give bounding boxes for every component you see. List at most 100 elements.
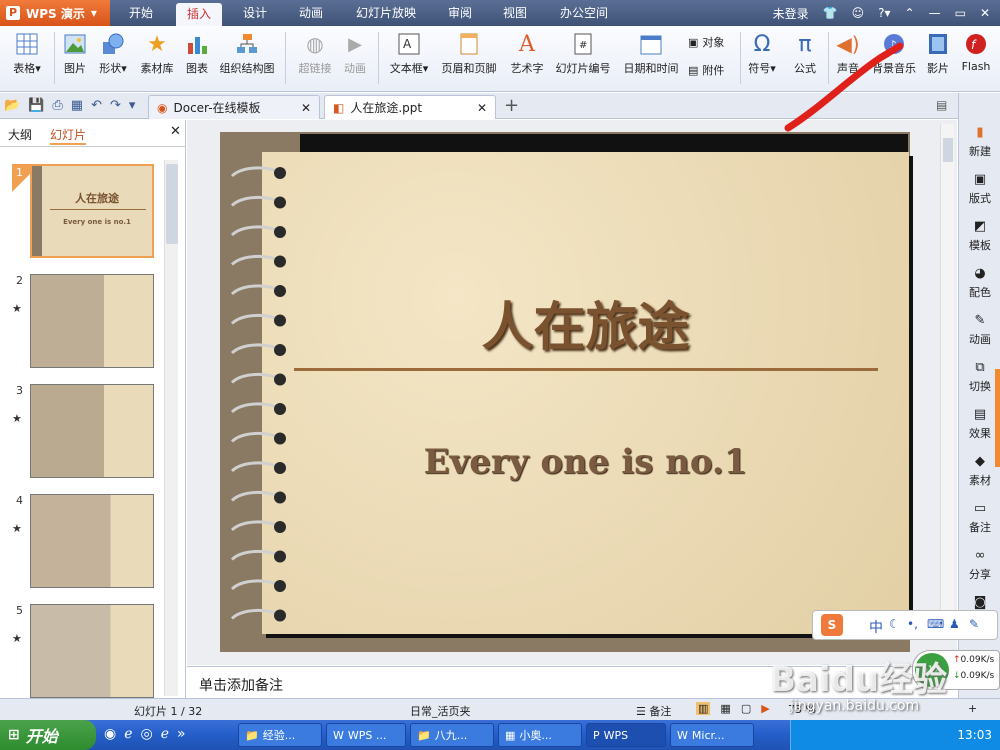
slide-thumb-2[interactable]: [30, 274, 154, 368]
slide-thumb-4[interactable]: [30, 494, 154, 588]
slide-thumb-1[interactable]: 人在旅途 Every one is no.1: [30, 164, 154, 258]
date-time-button[interactable]: 日期和时间: [620, 32, 682, 76]
slide-number-button[interactable]: # 幻灯片编号: [550, 32, 616, 76]
org-chart-button[interactable]: 组织结构图: [216, 32, 278, 76]
tab-view[interactable]: 视图: [495, 0, 535, 26]
help-button[interactable]: ?▾: [878, 6, 890, 20]
sidebar-collapse-handle[interactable]: [995, 369, 1000, 467]
globe-icon: ◍: [306, 32, 324, 56]
slide-thumb-5[interactable]: [30, 604, 154, 698]
ime-mode[interactable]: 中: [869, 617, 883, 637]
print-icon[interactable]: ⎙: [52, 98, 62, 113]
new-tab-icon[interactable]: +: [504, 95, 519, 116]
taskbar-item-6[interactable]: W Micr...: [670, 723, 754, 747]
flash-button[interactable]: f Flash: [956, 32, 996, 73]
close-pane-icon[interactable]: ✕: [170, 124, 181, 139]
tools-icon[interactable]: ✎: [969, 617, 979, 631]
slide-title[interactable]: 人在旅途: [262, 285, 909, 360]
shape-button[interactable]: 形状▾: [88, 32, 138, 76]
sidebar-item-new[interactable]: ▮ 新建: [959, 125, 1000, 159]
undo-icon[interactable]: ↶: [91, 98, 102, 113]
redo-icon[interactable]: ↷: [110, 98, 121, 113]
taskbar-item-4[interactable]: ▦ 小奥...: [498, 723, 582, 747]
tab-office-space[interactable]: 办公空间: [552, 0, 616, 26]
tab-docer[interactable]: ◉ Docer-在线模板 ✕: [148, 95, 320, 119]
vertical-scrollbar[interactable]: [940, 124, 954, 624]
taskbar-item-1[interactable]: 📁 经验...: [238, 723, 322, 747]
ie-icon[interactable]: ℯ: [161, 726, 169, 742]
slide-thumb-3[interactable]: [30, 384, 154, 478]
movie-button[interactable]: 影片: [920, 32, 956, 76]
action-button[interactable]: ▶ 动画: [330, 32, 380, 76]
tab-document[interactable]: ◧ 人在旅途.ppt ✕: [324, 95, 496, 119]
start-button[interactable]: ⊞ 开始: [0, 720, 96, 750]
scrollbar-thumb[interactable]: [943, 138, 953, 162]
login-link[interactable]: 未登录: [773, 5, 809, 22]
minimize-icon[interactable]: —: [929, 6, 941, 20]
sidebar-item-color-scheme[interactable]: ◕ 配色: [959, 266, 1000, 300]
table-button[interactable]: 表格▾: [2, 32, 52, 76]
notes-toggle[interactable]: ☰ 备注: [636, 703, 671, 719]
browser-icon[interactable]: ℯ: [124, 726, 132, 742]
sidebar-item-layout[interactable]: ▣ 版式: [959, 172, 1000, 206]
close-tab-icon[interactable]: ✕: [477, 101, 487, 115]
sidebar-item-share[interactable]: ∞ 分享: [959, 548, 1000, 582]
close-icon[interactable]: ✕: [980, 6, 990, 20]
feedback-icon[interactable]: ☺: [852, 6, 865, 20]
skin-icon[interactable]: 👕: [823, 6, 838, 20]
quick-menu-icon[interactable]: ▾: [129, 98, 136, 113]
clock[interactable]: 13:03: [957, 728, 992, 742]
sorter-view-icon[interactable]: ▦: [720, 702, 730, 715]
wps-app-button[interactable]: P WPS 演示 ▾: [0, 0, 110, 26]
tab-animation[interactable]: 动画: [288, 0, 334, 26]
slide-number-icon: #: [571, 32, 595, 56]
collapse-ribbon-icon[interactable]: ⌃: [905, 6, 915, 20]
chart-button[interactable]: 图表: [172, 32, 222, 76]
print-preview-icon[interactable]: ▦: [71, 98, 83, 113]
tab-review[interactable]: 审阅: [440, 0, 480, 26]
close-tab-icon[interactable]: ✕: [301, 101, 311, 115]
play-icon: ▶: [348, 33, 362, 55]
tab-list-icon[interactable]: ▤: [936, 98, 947, 112]
save-icon[interactable]: 💾: [28, 98, 44, 113]
slide-subtitle[interactable]: Every one is no.1: [262, 442, 909, 482]
tab-slideshow[interactable]: 幻灯片放映: [346, 0, 426, 26]
spiral-ring: [230, 549, 286, 563]
reading-view-icon[interactable]: ▢: [741, 702, 751, 715]
animation-star-icon: ★: [12, 412, 22, 425]
taskbar-item-2[interactable]: W WPS ...: [326, 723, 406, 747]
normal-view-icon[interactable]: ▥: [696, 702, 711, 715]
tab-start[interactable]: 开始: [118, 0, 164, 26]
quick-launch-more-icon[interactable]: »: [177, 726, 186, 742]
tab-outline[interactable]: 大纲: [8, 126, 32, 143]
tab-design[interactable]: 设计: [232, 0, 278, 26]
user-icon[interactable]: ♟: [949, 617, 960, 631]
slide-paper: [262, 152, 909, 634]
quick-launch-icon[interactable]: ◉: [104, 726, 116, 742]
object-button[interactable]: ▣ 对象: [688, 34, 724, 50]
sidebar-item-template[interactable]: ◩ 模板: [959, 219, 1000, 253]
punctuation-icon[interactable]: •,: [907, 617, 918, 631]
restore-icon[interactable]: ▭: [955, 6, 966, 20]
keyboard-icon[interactable]: ⌨: [927, 617, 944, 631]
thumb-scrollbar[interactable]: [164, 160, 178, 696]
sidebar-item-material[interactable]: ◆ 素材: [959, 454, 1000, 488]
textbox-button[interactable]: A 文本框▾: [382, 32, 436, 76]
symbol-button[interactable]: Ω 符号▾: [742, 32, 782, 76]
sidebar-item-transition[interactable]: ⧉ 切换: [959, 360, 1000, 394]
open-icon[interactable]: 📂: [4, 98, 20, 113]
ribbon-separator: [285, 32, 286, 84]
taskbar-item-3[interactable]: 📁 八九...: [410, 723, 494, 747]
tab-slides[interactable]: 幻灯片: [50, 126, 87, 145]
wordart-button[interactable]: A 艺术字: [502, 32, 552, 76]
sidebar-item-effects[interactable]: ▤ 效果: [959, 407, 1000, 441]
taskbar-item-5[interactable]: P WPS: [586, 723, 666, 747]
tab-insert[interactable]: 插入: [176, 3, 222, 26]
attachment-button[interactable]: ▤ 附件: [688, 62, 724, 78]
scrollbar-thumb[interactable]: [166, 164, 178, 244]
header-footer-button[interactable]: 页眉和页脚: [438, 32, 500, 76]
sidebar-item-notes[interactable]: ▭ 备注: [959, 501, 1000, 535]
media-icon[interactable]: ◎: [141, 726, 153, 742]
moon-icon[interactable]: ☾: [889, 617, 900, 631]
sidebar-item-animation[interactable]: ✎ 动画: [959, 313, 1000, 347]
